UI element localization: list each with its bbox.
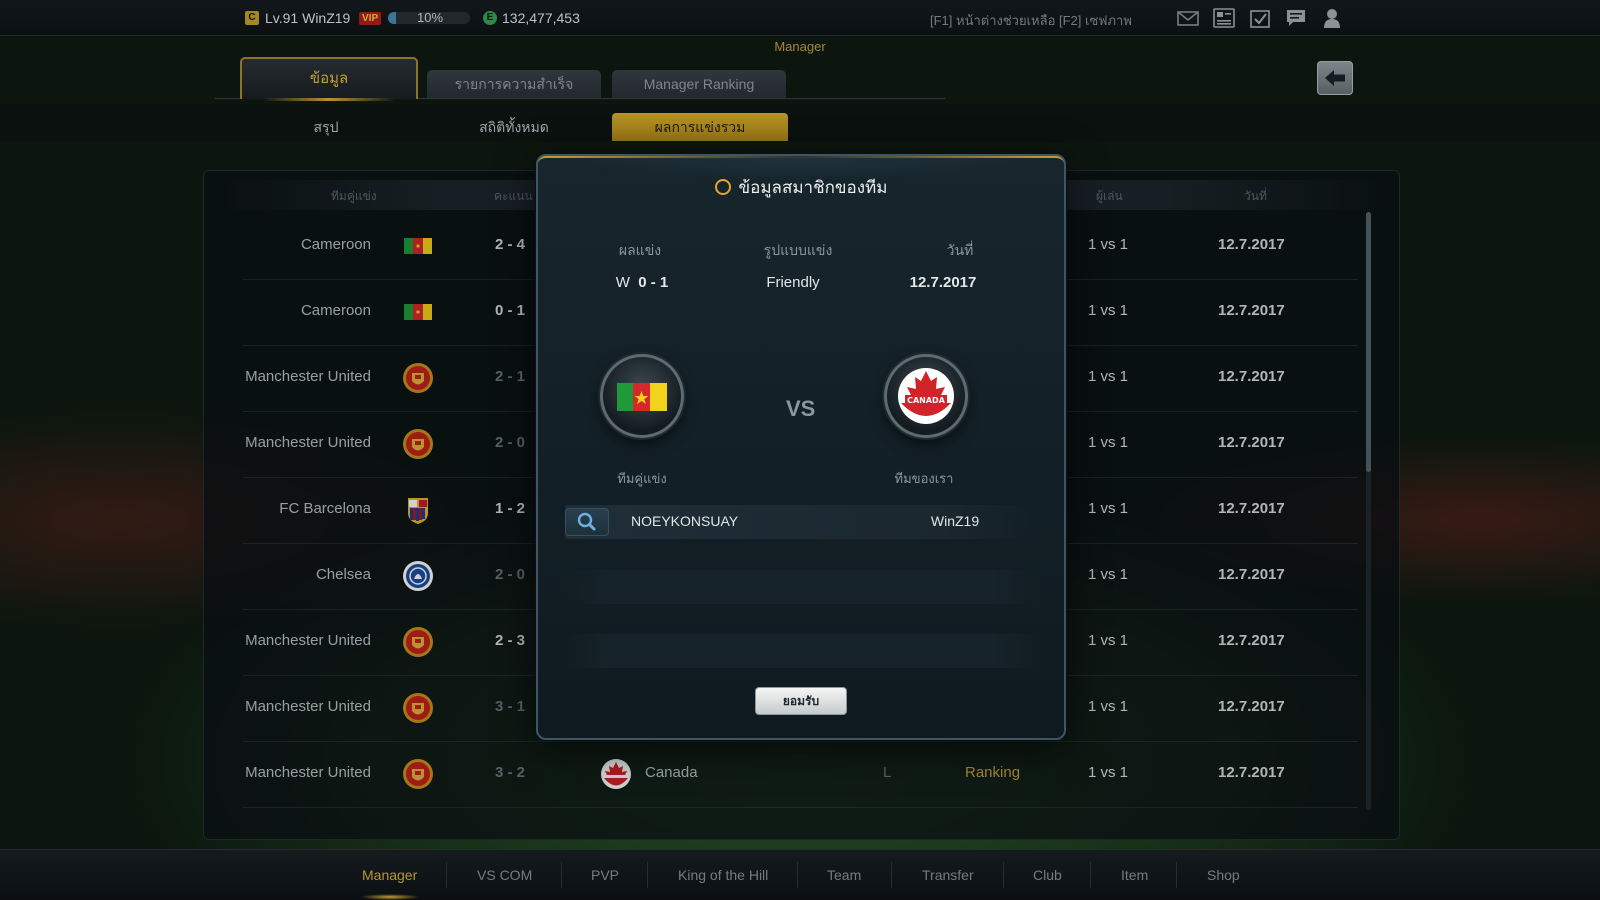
match-mode-value: Friendly [766,274,820,291]
team-member-info-dialog: ข้อมูลสมาชิกของทีม ผลแข่ง รูปแบบแข่ง วัน… [536,154,1066,740]
result-prefix: W [615,274,630,291]
dialog-title: ข้อมูลสมาชิกของทีม [538,174,1064,201]
date-header: วันที่ [946,242,974,258]
accept-button[interactable]: ยอมรับ [755,687,847,715]
player-search-button[interactable] [565,508,609,536]
magnifier-icon [714,179,731,195]
empty-player-row [565,634,1041,668]
result-score: 0 - 1 [638,274,669,291]
our-player-name: WinZ19 [930,513,980,529]
match-mode-header: รูปแบบแข่ง [763,242,833,258]
our-team-label: ทีมของเรา [894,471,954,486]
match-date-value: 12.7.2017 [909,274,977,291]
result-value: W 0 - 1 [592,274,692,291]
opponent-team-crest [600,354,684,438]
svg-text:CANADA: CANADA [907,396,946,405]
our-team-crest: CANADA [884,354,968,438]
dialog-title-text: ข้อมูลสมาชิกของทีม [738,178,888,197]
result-header: ผลแข่ง [618,242,662,258]
opponent-team-label: ทีมคู่แข่ง [617,471,667,486]
search-icon [577,512,596,531]
opponent-player-name: NOEYKONSUAY [631,513,739,529]
player-row: NOEYKONSUAY WinZ19 [565,505,1041,539]
versus-label: VS [786,396,816,421]
canada-crest-icon: CANADA [898,368,954,424]
empty-player-row [565,570,1041,604]
cameroon-flag-icon [617,383,667,411]
